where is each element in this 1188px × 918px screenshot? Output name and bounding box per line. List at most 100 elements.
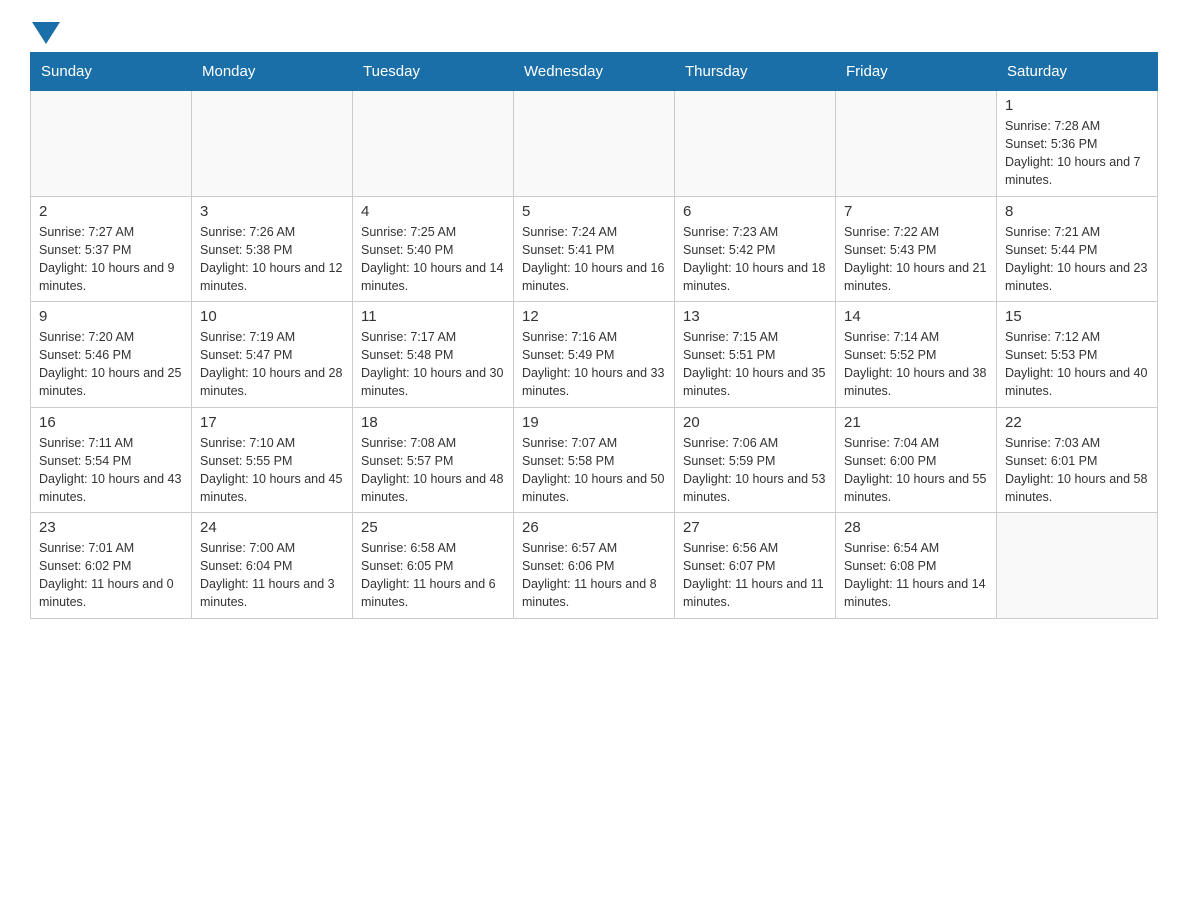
calendar-cell — [514, 91, 675, 197]
calendar-cell: 12 Sunrise: 7:16 AMSunset: 5:49 PMDayligh… — [514, 302, 675, 408]
day-info: Sunrise: 7:23 AMSunset: 5:42 PMDaylight:… — [683, 223, 827, 296]
day-info: Sunrise: 7:17 AMSunset: 5:48 PMDaylight:… — [361, 328, 505, 401]
weekday-header-tuesday: Tuesday — [353, 53, 514, 91]
logo — [30, 20, 60, 42]
calendar-cell — [675, 91, 836, 197]
day-number: 8 — [1005, 203, 1149, 220]
week-row-3: 9 Sunrise: 7:20 AMSunset: 5:46 PMDaylight… — [31, 302, 1158, 408]
day-number: 28 — [844, 519, 988, 536]
day-number: 5 — [522, 203, 666, 220]
day-info: Sunrise: 7:01 AMSunset: 6:02 PMDaylight:… — [39, 539, 183, 612]
calendar-cell — [997, 513, 1158, 619]
calendar-cell: 15Sunrise: 7:12 AMSunset: 5:53 PMDayligh… — [997, 302, 1158, 408]
day-number: 11 — [361, 308, 505, 325]
calendar-table: SundayMondayTuesdayWednesdayThursdayFrid… — [30, 52, 1158, 619]
day-number: 4 — [361, 203, 505, 220]
calendar-cell: 11 Sunrise: 7:17 AMSunset: 5:48 PMDayligh… — [353, 302, 514, 408]
calendar-cell: 22 Sunrise: 7:03 AMSunset: 6:01 PMDayligh… — [997, 407, 1158, 513]
day-number: 26 — [522, 519, 666, 536]
calendar-cell: 28 Sunrise: 6:54 AMSunset: 6:08 PMDayligh… — [836, 513, 997, 619]
day-number: 6 — [683, 203, 827, 220]
day-info: Sunrise: 6:57 AMSunset: 6:06 PMDaylight:… — [522, 539, 666, 612]
weekday-header-monday: Monday — [192, 53, 353, 91]
day-info: Sunrise: 6:54 AMSunset: 6:08 PMDaylight:… — [844, 539, 988, 612]
day-info: Sunrise: 7:11 AMSunset: 5:54 PMDaylight:… — [39, 434, 183, 507]
day-info: Sunrise: 7:00 AMSunset: 6:04 PMDaylight:… — [200, 539, 344, 612]
day-number: 21 — [844, 414, 988, 431]
day-number: 10 — [200, 308, 344, 325]
day-number: 3 — [200, 203, 344, 220]
day-info: Sunrise: 7:25 AMSunset: 5:40 PMDaylight:… — [361, 223, 505, 296]
calendar-cell: 4 Sunrise: 7:25 AMSunset: 5:40 PMDaylight… — [353, 196, 514, 302]
day-number: 25 — [361, 519, 505, 536]
day-info: Sunrise: 7:06 AMSunset: 5:59 PMDaylight:… — [683, 434, 827, 507]
calendar-cell: 3 Sunrise: 7:26 AMSunset: 5:38 PMDaylight… — [192, 196, 353, 302]
day-info: Sunrise: 7:04 AMSunset: 6:00 PMDaylight:… — [844, 434, 988, 507]
calendar-cell — [836, 91, 997, 197]
week-row-5: 23 Sunrise: 7:01 AMSunset: 6:02 PMDayligh… — [31, 513, 1158, 619]
weekday-header-saturday: Saturday — [997, 53, 1158, 91]
day-info: Sunrise: 7:14 AMSunset: 5:52 PMDaylight:… — [844, 328, 988, 401]
calendar-cell: 23 Sunrise: 7:01 AMSunset: 6:02 PMDayligh… — [31, 513, 192, 619]
day-number: 7 — [844, 203, 988, 220]
calendar-cell: 17 Sunrise: 7:10 AMSunset: 5:55 PMDayligh… — [192, 407, 353, 513]
calendar-cell: 26 Sunrise: 6:57 AMSunset: 6:06 PMDayligh… — [514, 513, 675, 619]
day-info: Sunrise: 7:15 AMSunset: 5:51 PMDaylight:… — [683, 328, 827, 401]
week-row-1: 1Sunrise: 7:28 AMSunset: 5:36 PMDaylight… — [31, 91, 1158, 197]
day-number: 22 — [1005, 414, 1149, 431]
calendar-cell: 8 Sunrise: 7:21 AMSunset: 5:44 PMDaylight… — [997, 196, 1158, 302]
calendar-cell: 10 Sunrise: 7:19 AMSunset: 5:47 PMDayligh… — [192, 302, 353, 408]
day-number: 9 — [39, 308, 183, 325]
calendar-cell: 16 Sunrise: 7:11 AMSunset: 5:54 PMDayligh… — [31, 407, 192, 513]
week-row-2: 2 Sunrise: 7:27 AMSunset: 5:37 PMDaylight… — [31, 196, 1158, 302]
day-number: 15 — [1005, 308, 1149, 325]
day-number: 16 — [39, 414, 183, 431]
calendar-cell: 9 Sunrise: 7:20 AMSunset: 5:46 PMDaylight… — [31, 302, 192, 408]
calendar-cell: 1Sunrise: 7:28 AMSunset: 5:36 PMDaylight… — [997, 91, 1158, 197]
day-info: Sunrise: 7:16 AMSunset: 5:49 PMDaylight:… — [522, 328, 666, 401]
day-number: 27 — [683, 519, 827, 536]
calendar-cell — [192, 91, 353, 197]
day-info: Sunrise: 7:28 AMSunset: 5:36 PMDaylight:… — [1005, 117, 1149, 190]
day-info: Sunrise: 7:24 AMSunset: 5:41 PMDaylight:… — [522, 223, 666, 296]
calendar-cell: 21 Sunrise: 7:04 AMSunset: 6:00 PMDayligh… — [836, 407, 997, 513]
day-info: Sunrise: 7:22 AMSunset: 5:43 PMDaylight:… — [844, 223, 988, 296]
day-number: 12 — [522, 308, 666, 325]
weekday-header-sunday: Sunday — [31, 53, 192, 91]
day-number: 24 — [200, 519, 344, 536]
calendar-cell — [31, 91, 192, 197]
day-info: Sunrise: 7:10 AMSunset: 5:55 PMDaylight:… — [200, 434, 344, 507]
day-info: Sunrise: 7:03 AMSunset: 6:01 PMDaylight:… — [1005, 434, 1149, 507]
day-info: Sunrise: 7:19 AMSunset: 5:47 PMDaylight:… — [200, 328, 344, 401]
day-info: Sunrise: 7:08 AMSunset: 5:57 PMDaylight:… — [361, 434, 505, 507]
week-row-4: 16 Sunrise: 7:11 AMSunset: 5:54 PMDayligh… — [31, 407, 1158, 513]
day-number: 17 — [200, 414, 344, 431]
weekday-header-row: SundayMondayTuesdayWednesdayThursdayFrid… — [31, 53, 1158, 91]
calendar-cell: 25 Sunrise: 6:58 AMSunset: 6:05 PMDayligh… — [353, 513, 514, 619]
weekday-header-wednesday: Wednesday — [514, 53, 675, 91]
day-number: 2 — [39, 203, 183, 220]
day-number: 13 — [683, 308, 827, 325]
day-info: Sunrise: 6:56 AMSunset: 6:07 PMDaylight:… — [683, 539, 827, 612]
calendar-cell — [353, 91, 514, 197]
calendar-cell: 27 Sunrise: 6:56 AMSunset: 6:07 PMDayligh… — [675, 513, 836, 619]
day-info: Sunrise: 7:26 AMSunset: 5:38 PMDaylight:… — [200, 223, 344, 296]
day-number: 23 — [39, 519, 183, 536]
day-info: Sunrise: 7:21 AMSunset: 5:44 PMDaylight:… — [1005, 223, 1149, 296]
day-number: 14 — [844, 308, 988, 325]
calendar-cell: 6 Sunrise: 7:23 AMSunset: 5:42 PMDaylight… — [675, 196, 836, 302]
weekday-header-friday: Friday — [836, 53, 997, 91]
calendar-cell: 7 Sunrise: 7:22 AMSunset: 5:43 PMDaylight… — [836, 196, 997, 302]
calendar-cell: 24 Sunrise: 7:00 AMSunset: 6:04 PMDayligh… — [192, 513, 353, 619]
day-info: Sunrise: 7:27 AMSunset: 5:37 PMDaylight:… — [39, 223, 183, 296]
day-info: Sunrise: 7:07 AMSunset: 5:58 PMDaylight:… — [522, 434, 666, 507]
day-info: Sunrise: 7:20 AMSunset: 5:46 PMDaylight:… — [39, 328, 183, 401]
day-number: 18 — [361, 414, 505, 431]
calendar-cell: 18 Sunrise: 7:08 AMSunset: 5:57 PMDayligh… — [353, 407, 514, 513]
calendar-cell: 20Sunrise: 7:06 AMSunset: 5:59 PMDayligh… — [675, 407, 836, 513]
calendar-cell: 13 Sunrise: 7:15 AMSunset: 5:51 PMDayligh… — [675, 302, 836, 408]
day-info: Sunrise: 6:58 AMSunset: 6:05 PMDaylight:… — [361, 539, 505, 612]
calendar-cell: 5 Sunrise: 7:24 AMSunset: 5:41 PMDaylight… — [514, 196, 675, 302]
day-number: 19 — [522, 414, 666, 431]
logo-triangle-icon — [32, 22, 60, 44]
